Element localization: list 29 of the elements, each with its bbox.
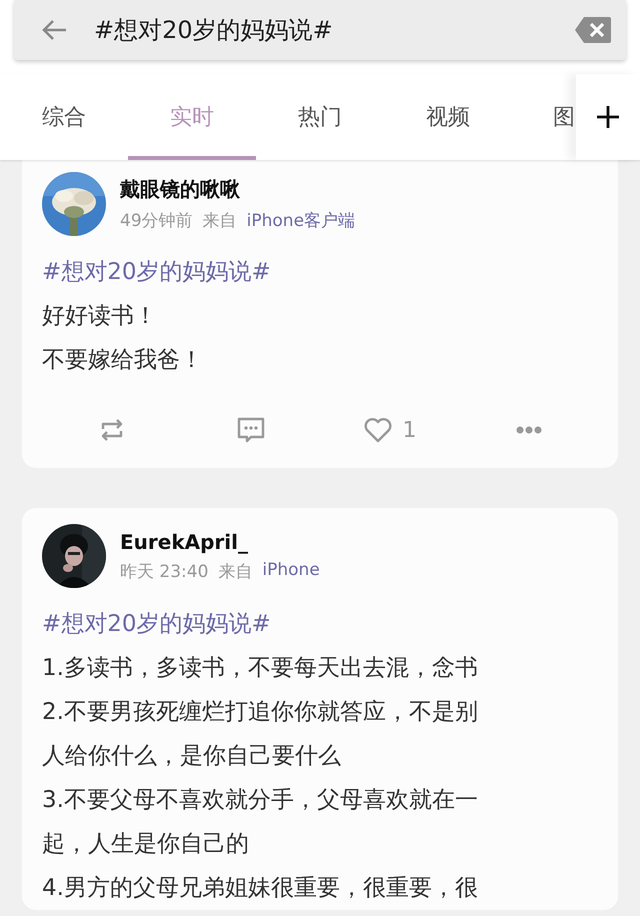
tab[interactable]: 图 bbox=[512, 74, 575, 160]
heart-icon bbox=[362, 416, 392, 444]
tab[interactable]: 综合 bbox=[0, 74, 128, 160]
back-icon[interactable] bbox=[40, 18, 68, 42]
post-time: 49分钟前 bbox=[120, 210, 193, 232]
comment-icon bbox=[236, 415, 266, 445]
more-icon bbox=[516, 426, 542, 434]
post-text: 不要嫁给我爸！ bbox=[42, 346, 204, 375]
plus-icon bbox=[596, 105, 620, 129]
tab[interactable]: 热门 bbox=[256, 74, 384, 160]
post-text: 人给你什么，是你自己要什么 bbox=[42, 742, 342, 771]
post-text: 起，人生是你自己的 bbox=[42, 830, 250, 859]
clear-icon[interactable] bbox=[574, 16, 612, 44]
post-text: 好好读书！ bbox=[42, 302, 158, 331]
tab[interactable]: 视频 bbox=[384, 74, 512, 160]
topic-link[interactable]: #想对20岁的妈妈说# bbox=[42, 250, 598, 294]
user-name[interactable]: EurekApril_ bbox=[120, 530, 320, 554]
source-link[interactable]: iPhone客户端 bbox=[246, 209, 356, 232]
source-link[interactable]: iPhone bbox=[262, 560, 320, 582]
post-text: 1.多读书，多读书，不要每天出去混，念书 bbox=[42, 654, 479, 683]
user-name[interactable]: 戴眼镜的啾啾 bbox=[120, 176, 356, 203]
post-text: 2.不要男孩死缠烂打追你你就答应，不是别 bbox=[42, 698, 479, 727]
post-time: 昨天 23:40 bbox=[120, 560, 208, 582]
search-field[interactable]: #想对20岁的妈妈说# bbox=[14, 0, 626, 60]
topic-link[interactable]: #想对20岁的妈妈说# bbox=[42, 602, 598, 646]
source-label: 来自 bbox=[202, 210, 237, 232]
post-text: 3.不要父母不喜欢就分手，父母喜欢就在一 bbox=[42, 786, 479, 815]
post-text: 4.男方的父母兄弟姐妹很重要，很重要，很 bbox=[42, 874, 479, 903]
source-label: 来自 bbox=[218, 560, 252, 582]
